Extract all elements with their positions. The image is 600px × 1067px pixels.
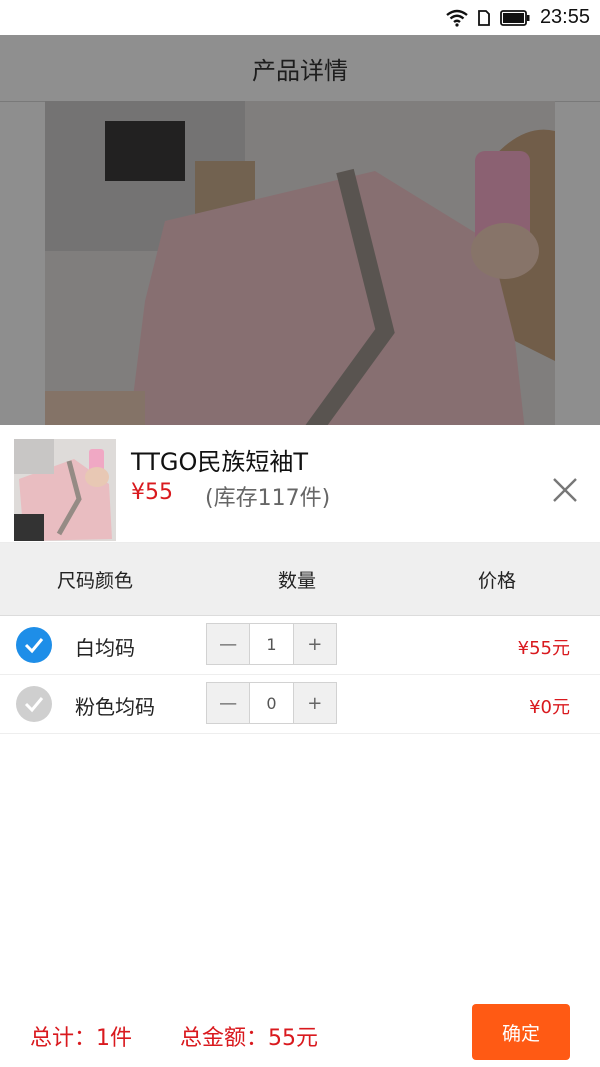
option-checkbox-unchecked[interactable] [16, 686, 52, 722]
sheet-footer: 总计：1件 总金额：55元 确定 [0, 997, 600, 1067]
check-icon [24, 638, 44, 654]
quantity-stepper: — 0 + [206, 682, 337, 724]
column-quantity: 数量 [278, 569, 317, 592]
battery-icon [500, 9, 530, 26]
option-label: 粉色均码 [75, 695, 155, 719]
option-row: 白均码 — 1 + ¥55元 [0, 616, 600, 675]
option-label: 白均码 [75, 636, 135, 660]
option-price: ¥0元 [529, 697, 570, 718]
options-table-header: 尺码颜色 数量 价格 [0, 543, 600, 616]
product-name: TTGO民族短袖T [131, 448, 309, 476]
sheet-header: TTGO民族短袖T ¥55 (库存117件) [0, 425, 600, 543]
option-row: 粉色均码 — 0 + ¥0元 [0, 675, 600, 734]
sku-selection-sheet: TTGO民族短袖T ¥55 (库存117件) 尺码颜色 数量 价格 白均码 — … [0, 425, 600, 1067]
status-time: 23:55 [539, 6, 590, 28]
product-price: ¥55 [131, 480, 173, 505]
increase-button[interactable]: + [293, 624, 336, 664]
check-icon [24, 697, 44, 713]
quantity-stepper: — 1 + [206, 623, 337, 665]
product-thumbnail [14, 439, 116, 541]
total-count: 总计：1件 [30, 1026, 132, 1051]
option-checkbox-checked[interactable] [16, 627, 52, 663]
increase-button[interactable]: + [293, 683, 336, 723]
option-price: ¥55元 [517, 638, 570, 659]
confirm-button[interactable]: 确定 [472, 1004, 570, 1060]
close-icon[interactable] [552, 477, 578, 503]
wifi-icon [446, 9, 468, 27]
quantity-value[interactable]: 0 [249, 683, 294, 723]
product-stock: (库存117件) [205, 486, 331, 511]
column-size-color: 尺码颜色 [57, 569, 134, 592]
column-price: 价格 [478, 569, 517, 592]
quantity-value[interactable]: 1 [249, 624, 294, 664]
sim-icon [478, 9, 490, 26]
decrease-button[interactable]: — [207, 683, 250, 723]
decrease-button[interactable]: — [207, 624, 250, 664]
status-bar: 23:55 [0, 0, 600, 35]
total-amount: 总金额：55元 [180, 1026, 318, 1051]
